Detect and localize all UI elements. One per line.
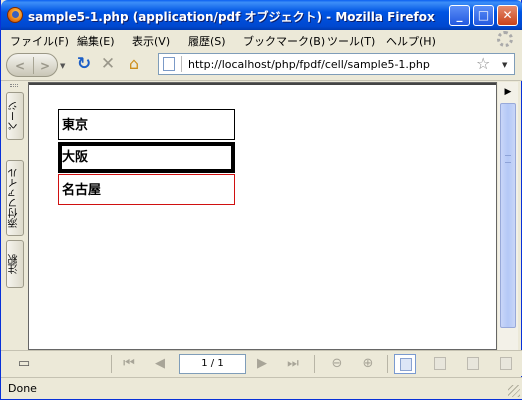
go-forward-view-icon[interactable]: ⊕ <box>359 355 377 373</box>
facing-view-button[interactable] <box>462 354 484 374</box>
single-page-view-button[interactable] <box>394 354 416 374</box>
last-page-icon[interactable]: ⏭ <box>284 355 302 373</box>
url-divider <box>181 56 182 72</box>
thumb-grip-icon <box>505 155 511 163</box>
menu-history[interactable]: 履歴(S) <box>188 33 226 49</box>
toolbar-divider <box>111 355 112 373</box>
home-icon[interactable]: ⌂ <box>125 55 143 73</box>
history-dropdown-icon[interactable]: ▼ <box>60 62 65 70</box>
back-forward-divider <box>33 57 34 74</box>
vertical-scrollbar[interactable]: ▶ <box>498 82 518 350</box>
first-page-icon[interactable]: ⏮ <box>120 355 138 373</box>
maximize-button[interactable]: □ <box>473 5 494 26</box>
status-bar: Done <box>1 377 522 399</box>
previous-page-icon[interactable]: ◀ <box>151 355 169 373</box>
go-back-view-icon[interactable]: ⊖ <box>328 355 346 373</box>
browser-window: sample5-1.php (application/pdf オブジェクト) -… <box>0 0 522 400</box>
continuous-facing-view-button[interactable] <box>495 354 517 374</box>
cell-nagoya: 名古屋 <box>58 174 235 205</box>
cell-osaka: 大阪 <box>58 142 235 173</box>
tab-attachments[interactable]: 添付ファイル <box>6 160 24 236</box>
back-icon[interactable]: < <box>12 58 28 74</box>
single-page-icon <box>400 358 412 371</box>
close-button[interactable]: ✕ <box>497 5 518 26</box>
menu-edit[interactable]: 編集(E) <box>77 33 115 49</box>
scroll-up-icon[interactable]: ▶ <box>500 84 516 100</box>
url-dropdown-icon[interactable]: ▼ <box>502 61 507 69</box>
page-number-field[interactable]: 1 / 1 <box>179 354 246 374</box>
continuous-page-icon <box>434 357 446 370</box>
tab-pages[interactable]: ページ <box>6 92 24 140</box>
address-bar[interactable]: http://localhost/php/fpdf/cell/sample5-1… <box>158 53 515 75</box>
window-title: sample5-1.php (application/pdf オブジェクト) -… <box>28 10 435 24</box>
pdf-toolbar: ▭ ⏮ ◀ 1 / 1 ▶ ⏭ ⊖ ⊕ <box>1 350 522 376</box>
throbber-icon <box>497 31 513 47</box>
menu-tools[interactable]: ツール(T) <box>327 33 375 49</box>
menu-bookmarks[interactable]: ブックマーク(B) <box>243 33 325 49</box>
menu-view[interactable]: 表示(V) <box>132 33 170 49</box>
pdf-page: 東京 大阪 名古屋 <box>29 83 496 349</box>
back-forward-group: < > <box>6 53 58 77</box>
sidebar-grip-icon <box>10 84 18 87</box>
menu-file[interactable]: ファイル(F) <box>10 33 69 49</box>
toolbar-divider <box>387 355 388 373</box>
continuous-view-button[interactable] <box>429 354 451 374</box>
toolbar-divider <box>314 355 315 373</box>
reload-icon[interactable]: ↻ <box>75 55 93 73</box>
continuous-facing-icon <box>500 357 512 370</box>
tab-annotations-label: 注釈 <box>9 254 20 274</box>
pdf-sidebar: ページ 添付ファイル 注釈 <box>1 82 27 350</box>
url-text[interactable]: http://localhost/php/fpdf/cell/sample5-1… <box>188 58 430 71</box>
menu-bar: ファイル(F) 編集(E) 表示(V) 履歴(S) ブックマーク(B) ツール(… <box>1 30 522 49</box>
stop-icon[interactable]: ✕ <box>99 55 117 73</box>
cell-tokyo: 東京 <box>58 109 235 140</box>
minimize-button[interactable]: _ <box>449 5 470 26</box>
sidebar-toggle-icon[interactable]: ▭ <box>15 355 33 373</box>
scroll-thumb[interactable] <box>500 103 516 328</box>
page-icon <box>163 57 175 71</box>
tab-annotations[interactable]: 注釈 <box>6 240 24 288</box>
next-page-icon[interactable]: ▶ <box>253 355 271 373</box>
resize-grip-icon[interactable] <box>508 385 520 397</box>
title-bar[interactable]: sample5-1.php (application/pdf オブジェクト) -… <box>1 0 522 30</box>
forward-icon[interactable]: > <box>37 58 53 74</box>
tab-pages-label: ページ <box>9 101 20 131</box>
firefox-icon <box>7 7 23 23</box>
bookmark-star-icon[interactable]: ☆ <box>476 55 490 73</box>
pdf-viewport[interactable]: 東京 大阪 名古屋 <box>28 82 497 350</box>
menu-help[interactable]: ヘルプ(H) <box>386 33 436 49</box>
facing-pages-icon <box>467 357 479 370</box>
tab-attachments-label: 添付ファイル <box>9 168 20 228</box>
status-text: Done <box>8 382 37 395</box>
